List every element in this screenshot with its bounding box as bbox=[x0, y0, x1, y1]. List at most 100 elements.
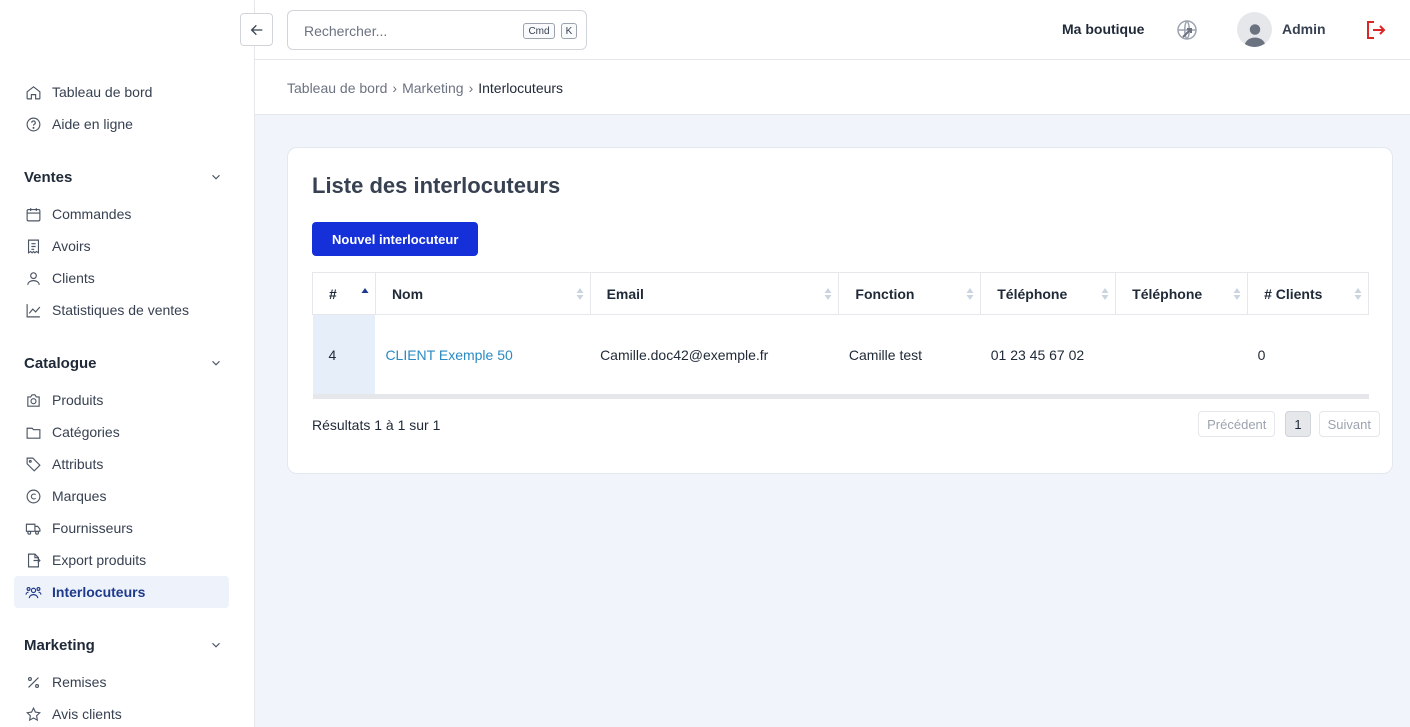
sidebar: Tableau de bord Aide en ligne Ventes Com… bbox=[0, 0, 255, 727]
globe-icon[interactable] bbox=[1175, 18, 1199, 42]
user-avatar-icon bbox=[1244, 24, 1265, 47]
chevron-down-icon bbox=[212, 360, 220, 366]
sidebar-item-clients[interactable]: Clients bbox=[14, 262, 229, 294]
cell-name: CLIENT Exemple 50 bbox=[375, 314, 591, 399]
section-title: Marketing bbox=[24, 636, 95, 654]
cell-phone-2 bbox=[1115, 314, 1248, 399]
sidebar-item-label: Statistiques de ventes bbox=[52, 302, 189, 318]
sort-icon bbox=[966, 288, 974, 300]
column-header-fonction[interactable]: Fonction bbox=[838, 272, 982, 315]
breadcrumb-marketing[interactable]: Marketing bbox=[402, 80, 463, 96]
users-icon bbox=[24, 583, 42, 601]
kbd-cmd: Cmd bbox=[523, 23, 555, 39]
sort-icon bbox=[824, 288, 832, 300]
cell-function: Camille test bbox=[838, 314, 981, 399]
sidebar-item-interlocuteurs[interactable]: Interlocuteurs bbox=[14, 576, 229, 608]
column-label: # Clients bbox=[1264, 285, 1323, 302]
column-label: Email bbox=[606, 285, 644, 302]
sidebar-item-label: Catégories bbox=[52, 424, 120, 440]
column-header-telephone[interactable]: Téléphone bbox=[980, 272, 1117, 315]
breadcrumb-dashboard[interactable]: Tableau de bord bbox=[287, 80, 387, 96]
collapse-sidebar-button[interactable] bbox=[240, 13, 273, 46]
sidebar-item-label: Produits bbox=[52, 392, 104, 408]
column-header-clients[interactable]: # Clients bbox=[1247, 272, 1369, 315]
sort-icon bbox=[1354, 288, 1362, 300]
section-ventes[interactable]: Ventes bbox=[14, 162, 229, 192]
sidebar-item-attributs[interactable]: Attributs bbox=[14, 448, 229, 480]
sidebar-item-label: Export produits bbox=[52, 552, 147, 568]
section-marketing[interactable]: Marketing bbox=[14, 630, 229, 660]
truck-icon bbox=[24, 519, 42, 537]
pagination-next-button[interactable]: Suivant bbox=[1318, 411, 1380, 437]
column-label: Fonction bbox=[855, 285, 915, 302]
column-header-nom[interactable]: Nom bbox=[374, 272, 591, 315]
pagination: Précédent 1 Suivant bbox=[1198, 411, 1380, 437]
page-title: Liste des interlocuteurs bbox=[312, 173, 561, 198]
column-label: # bbox=[329, 285, 337, 302]
sidebar-item-label: Aide en ligne bbox=[52, 116, 133, 132]
column-label: Téléphone bbox=[1132, 285, 1203, 302]
sidebar-item-label: Avis clients bbox=[52, 706, 122, 722]
help-icon bbox=[24, 115, 42, 133]
tag-icon bbox=[24, 455, 42, 473]
contacts-table: # Nom Email Fonction Téléphone Téléphone… bbox=[312, 272, 1369, 399]
column-label: Nom bbox=[391, 285, 424, 302]
chevron-down-icon bbox=[212, 642, 220, 648]
sidebar-item-export[interactable]: Export produits bbox=[14, 544, 229, 576]
sidebar-item-label: Marques bbox=[52, 488, 107, 504]
sidebar-item-label: Fournisseurs bbox=[52, 520, 133, 536]
pagination-prev-button[interactable]: Précédent bbox=[1198, 411, 1276, 437]
cell-email: Camille.doc42@exemple.fr bbox=[590, 314, 839, 399]
new-contact-button[interactable]: Nouvel interlocuteur bbox=[312, 222, 479, 256]
sidebar-item-avoirs[interactable]: Avoirs bbox=[14, 230, 229, 262]
results-count: Résultats 1 à 1 sur 1 bbox=[312, 417, 441, 433]
column-header-id[interactable]: # bbox=[312, 272, 376, 315]
sidebar-item-remises[interactable]: Remises bbox=[14, 666, 229, 698]
sort-icon bbox=[1101, 288, 1109, 300]
pagination-page-button[interactable]: 1 bbox=[1285, 411, 1311, 437]
logout-icon[interactable] bbox=[1364, 18, 1388, 42]
folder-icon bbox=[24, 423, 42, 441]
chart-icon bbox=[24, 301, 42, 319]
percent-icon bbox=[24, 673, 42, 691]
search-box: Cmd K bbox=[287, 10, 587, 50]
sidebar-item-dashboard[interactable]: Tableau de bord bbox=[14, 76, 229, 108]
sidebar-item-label: Avoirs bbox=[52, 238, 91, 254]
sidebar-item-avis[interactable]: Avis clients bbox=[14, 698, 229, 727]
avatar[interactable] bbox=[1237, 12, 1272, 47]
sort-asc-icon bbox=[361, 288, 369, 293]
breadcrumb-bar: Tableau de bord › Marketing › Interlocuteurs bbox=[255, 60, 1410, 115]
sidebar-item-label: Commandes bbox=[52, 206, 132, 222]
section-catalogue[interactable]: Catalogue bbox=[14, 348, 229, 378]
kbd-k: K bbox=[561, 23, 577, 39]
calendar-icon bbox=[24, 205, 42, 223]
column-header-telephone-2[interactable]: Téléphone bbox=[1115, 272, 1249, 315]
contact-name-link[interactable]: CLIENT Exemple 50 bbox=[385, 347, 512, 363]
search-input[interactable] bbox=[304, 21, 514, 41]
sidebar-item-stats[interactable]: Statistiques de ventes bbox=[14, 294, 229, 326]
sidebar-item-fournisseurs[interactable]: Fournisseurs bbox=[14, 512, 229, 544]
sidebar-item-help[interactable]: Aide en ligne bbox=[14, 108, 229, 140]
breadcrumb: Tableau de bord › Marketing › Interlocuteurs bbox=[287, 80, 563, 96]
sidebar-item-label: Remises bbox=[52, 674, 107, 690]
camera-icon bbox=[24, 391, 42, 409]
contacts-card: Liste des interlocuteurs Nouvel interloc… bbox=[287, 147, 1393, 474]
sidebar-item-commandes[interactable]: Commandes bbox=[14, 198, 229, 230]
user-name[interactable]: Admin bbox=[1282, 21, 1326, 37]
breadcrumb-separator: › bbox=[392, 80, 398, 96]
cell-id: 4 bbox=[312, 314, 376, 399]
sidebar-item-marques[interactable]: Marques bbox=[14, 480, 229, 512]
column-header-email[interactable]: Email bbox=[589, 272, 840, 315]
top-bar: Cmd K Ma boutique Admin bbox=[240, 0, 1410, 60]
sidebar-item-produits[interactable]: Produits bbox=[14, 384, 229, 416]
sidebar-item-categories[interactable]: Catégories bbox=[14, 416, 229, 448]
sort-icon bbox=[576, 288, 584, 300]
sidebar-item-label: Clients bbox=[52, 270, 95, 286]
star-icon bbox=[24, 705, 42, 723]
sidebar-nav: Tableau de bord Aide en ligne Ventes Com… bbox=[14, 76, 229, 727]
export-icon bbox=[24, 551, 42, 569]
sidebar-item-label: Tableau de bord bbox=[52, 84, 153, 100]
cell-clients: 0 bbox=[1247, 314, 1369, 399]
shop-name-link[interactable]: Ma boutique bbox=[1062, 21, 1144, 37]
home-icon bbox=[24, 83, 42, 101]
